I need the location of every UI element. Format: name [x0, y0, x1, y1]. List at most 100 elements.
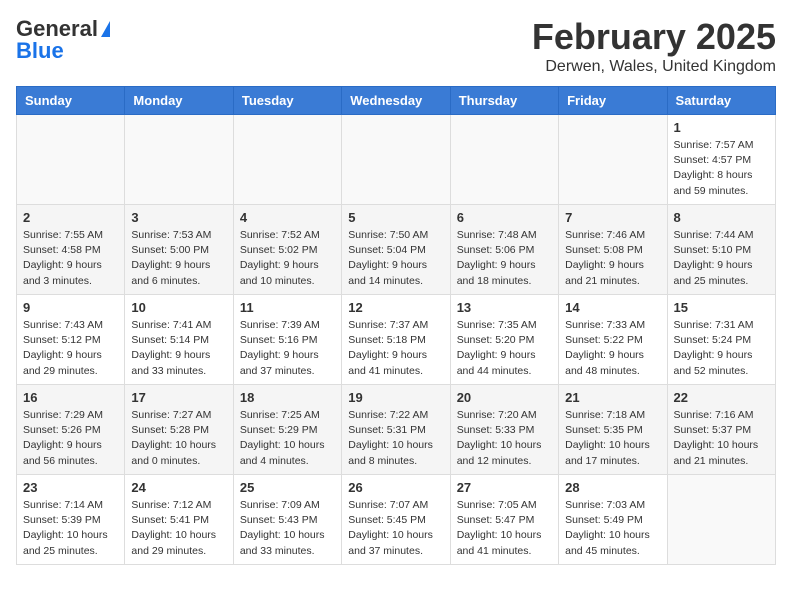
day-cell: 24 Sunrise: 7:12 AM Sunset: 5:41 PM Dayli…	[125, 475, 233, 565]
logo-blue: Blue	[16, 38, 64, 64]
day-cell	[559, 115, 667, 205]
day-number: 18	[240, 390, 335, 405]
day-cell: 16Sunrise: 7:29 AM Sunset: 5:26 PM Dayli…	[17, 385, 125, 475]
day-cell: 17 Sunrise: 7:27 AM Sunset: 5:28 PM Dayli…	[125, 385, 233, 475]
day-info: Sunrise: 7:05 AM Sunset: 5:47 PM Dayligh…	[457, 498, 552, 559]
day-cell: 8 Sunrise: 7:44 AM Sunset: 5:10 PM Daylig…	[667, 205, 775, 295]
day-info: Sunrise: 7:33 AM Sunset: 5:22 PM Dayligh…	[565, 318, 660, 379]
day-cell: 7 Sunrise: 7:46 AM Sunset: 5:08 PM Daylig…	[559, 205, 667, 295]
page-header: General Blue February 2025 Derwen, Wales…	[16, 16, 776, 76]
day-number: 4	[240, 210, 335, 225]
day-cell: 28Sunrise: 7:03 AM Sunset: 5:49 PM Dayli…	[559, 475, 667, 565]
day-number: 17	[131, 390, 226, 405]
week-row-4: 16Sunrise: 7:29 AM Sunset: 5:26 PM Dayli…	[17, 385, 776, 475]
day-info: Sunrise: 7:20 AM Sunset: 5:33 PM Dayligh…	[457, 408, 552, 469]
weekday-header-friday: Friday	[559, 87, 667, 115]
day-cell: 25 Sunrise: 7:09 AM Sunset: 5:43 PM Dayli…	[233, 475, 341, 565]
month-title: February 2025	[532, 16, 776, 58]
day-cell	[667, 475, 775, 565]
day-info: Sunrise: 7:52 AM Sunset: 5:02 PM Dayligh…	[240, 228, 335, 289]
day-number: 14	[565, 300, 660, 315]
day-cell	[125, 115, 233, 205]
day-info: Sunrise: 7:39 AM Sunset: 5:16 PM Dayligh…	[240, 318, 335, 379]
weekday-header-wednesday: Wednesday	[342, 87, 450, 115]
day-number: 13	[457, 300, 552, 315]
day-info: Sunrise: 7:09 AM Sunset: 5:43 PM Dayligh…	[240, 498, 335, 559]
day-cell: 13 Sunrise: 7:35 AM Sunset: 5:20 PM Dayli…	[450, 295, 558, 385]
calendar: SundayMondayTuesdayWednesdayThursdayFrid…	[16, 86, 776, 565]
day-info: Sunrise: 7:48 AM Sunset: 5:06 PM Dayligh…	[457, 228, 552, 289]
week-row-2: 2 Sunrise: 7:55 AM Sunset: 4:58 PM Daylig…	[17, 205, 776, 295]
title-block: February 2025 Derwen, Wales, United King…	[532, 16, 776, 76]
day-cell	[342, 115, 450, 205]
day-info: Sunrise: 7:46 AM Sunset: 5:08 PM Dayligh…	[565, 228, 660, 289]
day-info: Sunrise: 7:35 AM Sunset: 5:20 PM Dayligh…	[457, 318, 552, 379]
day-cell: 19 Sunrise: 7:22 AM Sunset: 5:31 PM Dayli…	[342, 385, 450, 475]
weekday-header-tuesday: Tuesday	[233, 87, 341, 115]
weekday-header-thursday: Thursday	[450, 87, 558, 115]
day-number: 25	[240, 480, 335, 495]
day-number: 3	[131, 210, 226, 225]
location: Derwen, Wales, United Kingdom	[532, 58, 776, 76]
day-cell: 15 Sunrise: 7:31 AM Sunset: 5:24 PM Dayli…	[667, 295, 775, 385]
logo-icon	[101, 21, 110, 37]
day-info: Sunrise: 7:44 AM Sunset: 5:10 PM Dayligh…	[674, 228, 769, 289]
day-info: Sunrise: 7:41 AM Sunset: 5:14 PM Dayligh…	[131, 318, 226, 379]
day-info: Sunrise: 7:25 AM Sunset: 5:29 PM Dayligh…	[240, 408, 335, 469]
day-cell: 4 Sunrise: 7:52 AM Sunset: 5:02 PM Daylig…	[233, 205, 341, 295]
day-info: Sunrise: 7:37 AM Sunset: 5:18 PM Dayligh…	[348, 318, 443, 379]
day-info: Sunrise: 7:14 AM Sunset: 5:39 PM Dayligh…	[23, 498, 118, 559]
day-cell: 27 Sunrise: 7:05 AM Sunset: 5:47 PM Dayli…	[450, 475, 558, 565]
week-row-5: 23 Sunrise: 7:14 AM Sunset: 5:39 PM Dayli…	[17, 475, 776, 565]
day-cell	[233, 115, 341, 205]
day-cell: 11 Sunrise: 7:39 AM Sunset: 5:16 PM Dayli…	[233, 295, 341, 385]
day-info: Sunrise: 7:16 AM Sunset: 5:37 PM Dayligh…	[674, 408, 769, 469]
day-cell: 9 Sunrise: 7:43 AM Sunset: 5:12 PM Daylig…	[17, 295, 125, 385]
day-number: 15	[674, 300, 769, 315]
day-number: 10	[131, 300, 226, 315]
day-cell: 23 Sunrise: 7:14 AM Sunset: 5:39 PM Dayli…	[17, 475, 125, 565]
day-info: Sunrise: 7:55 AM Sunset: 4:58 PM Dayligh…	[23, 228, 118, 289]
day-number: 7	[565, 210, 660, 225]
day-info: Sunrise: 7:18 AM Sunset: 5:35 PM Dayligh…	[565, 408, 660, 469]
day-cell: 12Sunrise: 7:37 AM Sunset: 5:18 PM Dayli…	[342, 295, 450, 385]
week-row-1: 1 Sunrise: 7:57 AM Sunset: 4:57 PM Daylig…	[17, 115, 776, 205]
day-cell	[450, 115, 558, 205]
weekday-header-monday: Monday	[125, 87, 233, 115]
day-number: 1	[674, 120, 769, 135]
day-info: Sunrise: 7:27 AM Sunset: 5:28 PM Dayligh…	[131, 408, 226, 469]
day-number: 23	[23, 480, 118, 495]
day-info: Sunrise: 7:31 AM Sunset: 5:24 PM Dayligh…	[674, 318, 769, 379]
day-info: Sunrise: 7:53 AM Sunset: 5:00 PM Dayligh…	[131, 228, 226, 289]
day-number: 27	[457, 480, 552, 495]
weekday-header-row: SundayMondayTuesdayWednesdayThursdayFrid…	[17, 87, 776, 115]
day-number: 21	[565, 390, 660, 405]
day-number: 2	[23, 210, 118, 225]
day-number: 20	[457, 390, 552, 405]
weekday-header-saturday: Saturday	[667, 87, 775, 115]
day-cell: 6Sunrise: 7:48 AM Sunset: 5:06 PM Daylig…	[450, 205, 558, 295]
day-cell: 21 Sunrise: 7:18 AM Sunset: 5:35 PM Dayli…	[559, 385, 667, 475]
day-number: 16	[23, 390, 118, 405]
day-cell: 22Sunrise: 7:16 AM Sunset: 5:37 PM Dayli…	[667, 385, 775, 475]
week-row-3: 9 Sunrise: 7:43 AM Sunset: 5:12 PM Daylig…	[17, 295, 776, 385]
day-number: 24	[131, 480, 226, 495]
day-cell: 1 Sunrise: 7:57 AM Sunset: 4:57 PM Daylig…	[667, 115, 775, 205]
day-number: 19	[348, 390, 443, 405]
day-info: Sunrise: 7:12 AM Sunset: 5:41 PM Dayligh…	[131, 498, 226, 559]
day-number: 5	[348, 210, 443, 225]
day-number: 9	[23, 300, 118, 315]
day-number: 8	[674, 210, 769, 225]
day-info: Sunrise: 7:22 AM Sunset: 5:31 PM Dayligh…	[348, 408, 443, 469]
day-cell: 5 Sunrise: 7:50 AM Sunset: 5:04 PM Daylig…	[342, 205, 450, 295]
day-info: Sunrise: 7:43 AM Sunset: 5:12 PM Dayligh…	[23, 318, 118, 379]
day-cell: 20 Sunrise: 7:20 AM Sunset: 5:33 PM Dayli…	[450, 385, 558, 475]
day-cell: 2 Sunrise: 7:55 AM Sunset: 4:58 PM Daylig…	[17, 205, 125, 295]
day-cell	[17, 115, 125, 205]
day-info: Sunrise: 7:57 AM Sunset: 4:57 PM Dayligh…	[674, 138, 769, 199]
day-cell: 10 Sunrise: 7:41 AM Sunset: 5:14 PM Dayli…	[125, 295, 233, 385]
weekday-header-sunday: Sunday	[17, 87, 125, 115]
day-number: 11	[240, 300, 335, 315]
day-cell: 14 Sunrise: 7:33 AM Sunset: 5:22 PM Dayli…	[559, 295, 667, 385]
day-info: Sunrise: 7:50 AM Sunset: 5:04 PM Dayligh…	[348, 228, 443, 289]
